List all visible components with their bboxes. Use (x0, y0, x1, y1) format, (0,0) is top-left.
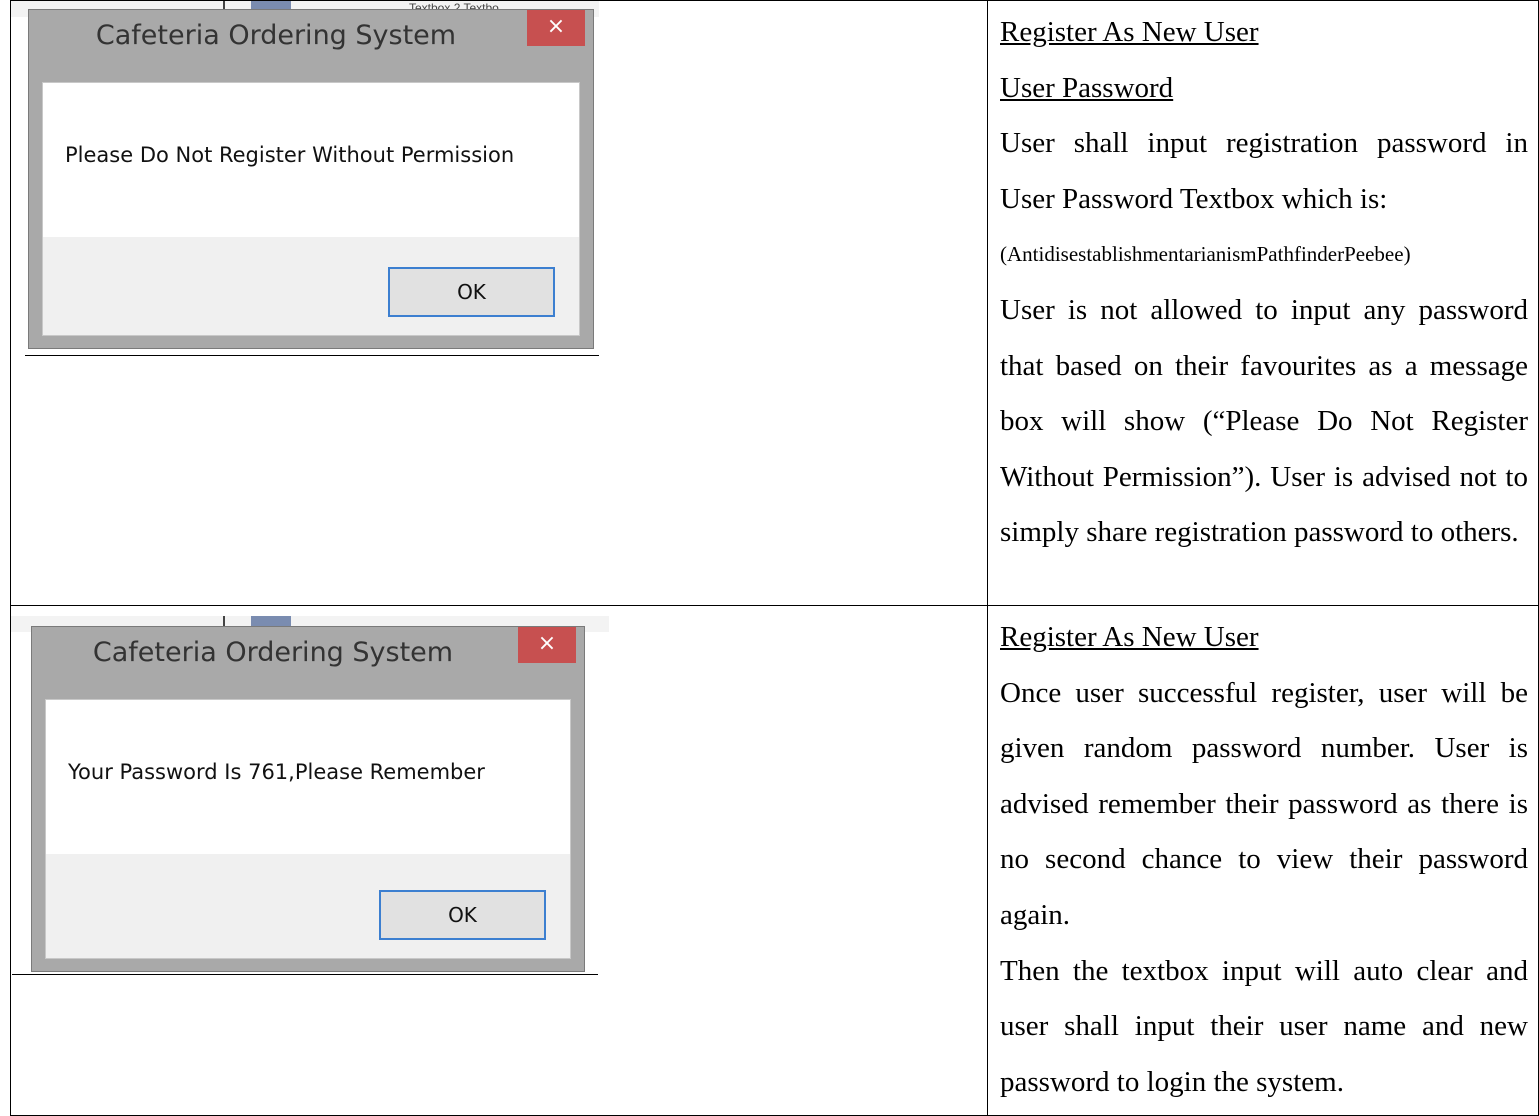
close-icon[interactable]: × (518, 627, 576, 663)
dialog-screenshot: Textbox 2 Textbo Cafeteria Ordering Syst… (11, 1, 599, 353)
message-box: Cafeteria Ordering System × Please Do No… (28, 9, 594, 349)
ok-button[interactable]: OK (388, 267, 555, 317)
close-icon[interactable]: × (527, 10, 585, 46)
dialog-message: Please Do Not Register Without Permissio… (65, 143, 515, 167)
screenshot-cell: Cafeteria Ordering System × Your Passwor… (10, 605, 988, 1116)
dialog-client-area: Please Do Not Register Without Permissio… (42, 82, 580, 336)
dialog-title: Cafeteria Ordering System (92, 637, 454, 668)
description-paragraph: Then the textbox input will auto clear a… (1000, 954, 1528, 1098)
dialog-screenshot: Cafeteria Ordering System × Your Passwor… (11, 616, 609, 975)
description-paragraph: User is not allowed to input any passwor… (1000, 293, 1528, 549)
message-box: Cafeteria Ordering System × Your Passwor… (31, 626, 585, 972)
description-text: Register As New User Once user successfu… (988, 606, 1538, 1110)
table-row: Textbox 2 Textbo Cafeteria Ordering Syst… (10, 0, 1539, 606)
description-paragraph: Once user successful register, user will… (1000, 676, 1528, 931)
description-text: Register As New User User Password User … (988, 1, 1538, 561)
documentation-table: Textbox 2 Textbo Cafeteria Ordering Syst… (10, 0, 1539, 1116)
ok-button[interactable]: OK (379, 890, 546, 940)
description-cell: Register As New User Once user successfu… (987, 605, 1539, 1116)
dialog-client-area: Your Password Is 761,Please Remember OK (45, 699, 571, 959)
screenshot-cell: Textbox 2 Textbo Cafeteria Ordering Syst… (10, 0, 988, 606)
table-row: Cafeteria Ordering System × Your Passwor… (10, 605, 1539, 1116)
section-subheading: User Password (1000, 71, 1174, 104)
dialog-title: Cafeteria Ordering System (95, 20, 457, 51)
section-heading: Register As New User (1000, 621, 1259, 653)
password-example: (AntidisestablishmentarianismPathfinderP… (1000, 242, 1411, 267)
dialog-message: Your Password Is 761,Please Remember (68, 760, 485, 784)
description-cell: Register As New User User Password User … (987, 0, 1539, 606)
image-underline (12, 974, 598, 975)
description-paragraph: User shall input registration password i… (1000, 127, 1528, 215)
image-underline (25, 355, 599, 356)
section-heading: Register As New User (1000, 16, 1259, 48)
